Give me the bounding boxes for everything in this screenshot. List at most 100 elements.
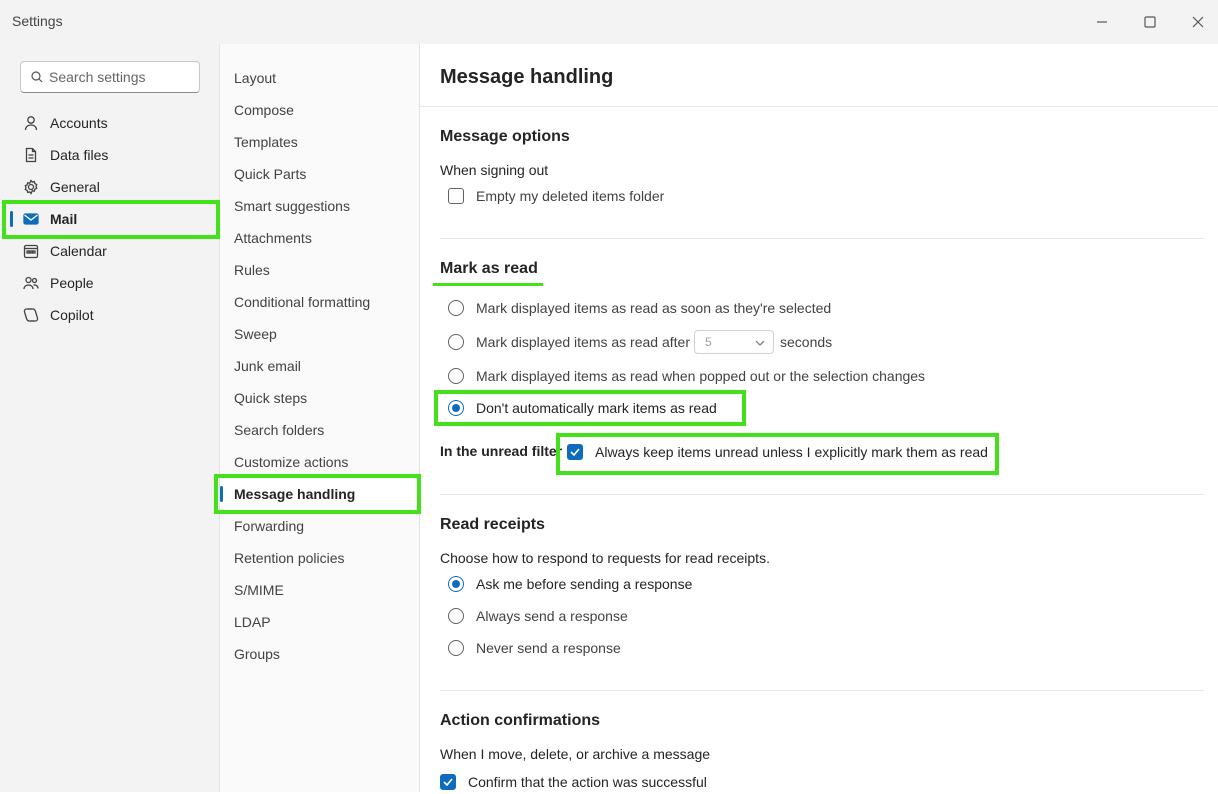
receipt-option-ask[interactable]: Ask me before sending a response: [448, 574, 692, 594]
subnav-item-message-handling[interactable]: Message handling: [220, 478, 419, 510]
sidebar-item-label: People: [50, 275, 94, 291]
minimize-button[interactable]: [1084, 8, 1120, 36]
minimize-icon: [1097, 21, 1107, 23]
section-divider: [440, 690, 1204, 691]
radio-label: Ask me before sending a response: [476, 576, 693, 592]
selection-indicator: [10, 211, 13, 227]
close-icon: [1192, 16, 1204, 28]
sidebar-item-calendar[interactable]: Calendar: [8, 235, 212, 267]
section-title-action-confirmations: Action confirmations: [440, 712, 601, 729]
sidebar-item-label: Mail: [50, 211, 78, 227]
mail-icon: [22, 210, 40, 228]
checkbox-label: Always keep items unread unless I explic…: [595, 444, 988, 460]
keep-unread-checkbox[interactable]: [567, 444, 583, 460]
subnav-item-groups[interactable]: Groups: [220, 638, 419, 670]
calendar-icon: [22, 242, 40, 260]
search-box[interactable]: [20, 61, 200, 93]
radio-button-selected[interactable]: [448, 576, 464, 592]
radio-button[interactable]: [448, 640, 464, 656]
sidebar-item-data-files[interactable]: Data files: [8, 139, 212, 171]
subnav-item-ldap[interactable]: LDAP: [220, 606, 419, 638]
subnav-item-rules[interactable]: Rules: [220, 254, 419, 286]
settings-sidebar: Accounts Data files General Mail Calenda…: [0, 44, 220, 792]
checkmark-icon: [443, 778, 453, 786]
sidebar-item-mail[interactable]: Mail: [8, 203, 212, 235]
sidebar-item-label: Copilot: [50, 307, 94, 323]
subnav-item-compose[interactable]: Compose: [220, 94, 419, 126]
checkmark-icon: [570, 448, 580, 456]
maximize-button[interactable]: [1132, 8, 1168, 36]
subnav-item-layout[interactable]: Layout: [220, 62, 419, 94]
close-button[interactable]: [1180, 8, 1216, 36]
signout-label: When signing out: [440, 162, 549, 178]
radio-label: Don't automatically mark items as read: [476, 400, 717, 416]
subnav-item-templates[interactable]: Templates: [220, 126, 419, 158]
read-receipts-description: Choose how to respond to requests for re…: [440, 550, 770, 566]
radio-label: Never send a response: [476, 640, 621, 656]
radio-label: Mark displayed items as read after: [476, 334, 690, 350]
maximize-icon: [1144, 16, 1156, 28]
sidebar-item-people[interactable]: People: [8, 267, 212, 299]
radio-button[interactable]: [448, 368, 464, 384]
unread-filter-label: In the unread filter: [440, 443, 563, 459]
delay-unit-label: seconds: [780, 334, 833, 350]
keep-unread-option[interactable]: Always keep items unread unless I explic…: [567, 442, 988, 462]
radio-button[interactable]: [448, 608, 464, 624]
radio-label: Always send a response: [476, 608, 628, 624]
subnav-item-attachments[interactable]: Attachments: [220, 222, 419, 254]
radio-label: Mark displayed items as read when popped…: [476, 368, 926, 384]
sidebar-item-copilot[interactable]: Copilot: [8, 299, 212, 331]
gear-icon: [22, 178, 40, 196]
section-title-mark-as-read: Mark as read: [440, 260, 538, 277]
subnav-item-smime[interactable]: S/MIME: [220, 574, 419, 606]
receipt-option-always[interactable]: Always send a response: [448, 606, 628, 626]
section-divider: [440, 494, 1204, 495]
copilot-icon: [22, 306, 40, 324]
sidebar-item-label: General: [50, 179, 100, 195]
delay-value: 5: [705, 335, 712, 349]
search-input[interactable]: [49, 62, 195, 92]
subnav-item-junk-email[interactable]: Junk email: [220, 350, 419, 382]
subnav-item-retention-policies[interactable]: Retention policies: [220, 542, 419, 574]
people-icon: [22, 274, 40, 292]
section-title-message-options: Message options: [440, 128, 570, 145]
confirm-action-checkbox[interactable]: [440, 774, 456, 790]
window-title: Settings: [12, 13, 63, 29]
subnav-item-sweep[interactable]: Sweep: [220, 318, 419, 350]
mark-read-option-delay[interactable]: Mark displayed items as read after: [448, 332, 690, 352]
subnav-item-conditional-formatting[interactable]: Conditional formatting: [220, 286, 419, 318]
header-divider: [420, 106, 1218, 107]
subnav-item-quick-steps[interactable]: Quick steps: [220, 382, 419, 414]
sidebar-item-label: Accounts: [50, 115, 108, 131]
subnav-item-smart-suggestions[interactable]: Smart suggestions: [220, 190, 419, 222]
subnav-item-quick-parts[interactable]: Quick Parts: [220, 158, 419, 190]
person-icon: [22, 114, 40, 132]
title-bar: Settings: [0, 0, 1218, 44]
delay-seconds-dropdown[interactable]: 5: [694, 330, 774, 354]
empty-deleted-option[interactable]: Empty my deleted items folder: [448, 186, 664, 206]
mark-read-option-popped-out[interactable]: Mark displayed items as read when popped…: [448, 366, 925, 386]
checkbox-label: Empty my deleted items folder: [476, 188, 665, 204]
receipt-option-never[interactable]: Never send a response: [448, 638, 621, 658]
mark-read-option-selected[interactable]: Mark displayed items as read as soon as …: [448, 298, 831, 318]
confirm-action-option[interactable]: Confirm that the action was successful: [440, 772, 707, 792]
sidebar-item-accounts[interactable]: Accounts: [8, 107, 212, 139]
subnav-item-forwarding[interactable]: Forwarding: [220, 510, 419, 542]
sidebar-item-general[interactable]: General: [8, 171, 212, 203]
search-icon: [31, 71, 43, 83]
sidebar-item-label: Calendar: [50, 243, 107, 259]
subnav-item-customize-actions[interactable]: Customize actions: [220, 446, 419, 478]
document-icon: [22, 146, 40, 164]
radio-button[interactable]: [448, 334, 464, 350]
subnav-item-search-folders[interactable]: Search folders: [220, 414, 419, 446]
empty-deleted-checkbox[interactable]: [448, 188, 464, 204]
section-divider: [440, 238, 1204, 239]
radio-button-selected[interactable]: [448, 400, 464, 416]
action-confirmations-description: When I move, delete, or archive a messag…: [440, 746, 711, 762]
mark-read-option-never[interactable]: Don't automatically mark items as read: [448, 398, 717, 418]
sidebar-item-label: Data files: [50, 147, 109, 163]
chevron-down-icon: [755, 340, 765, 346]
radio-button[interactable]: [448, 300, 464, 316]
page-title: Message handling: [440, 66, 614, 88]
checkbox-label: Confirm that the action was successful: [468, 774, 707, 790]
